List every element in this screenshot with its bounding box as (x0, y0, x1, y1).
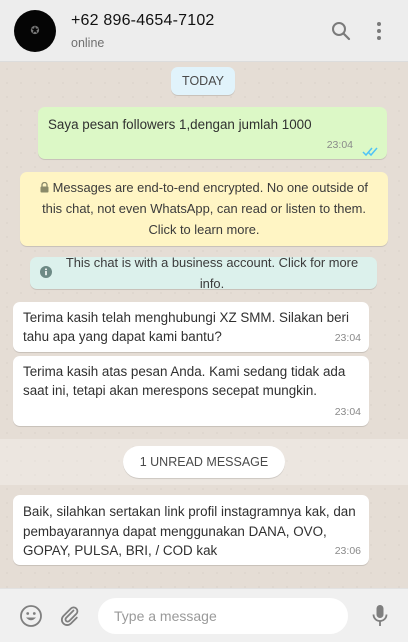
encryption-notice-text: Messages are end-to-end encrypted. No on… (42, 180, 368, 237)
outgoing-message[interactable]: Saya pesan followers 1,dengan jumlah 100… (38, 107, 387, 159)
attach-paperclip-icon[interactable] (58, 604, 82, 628)
emoji-icon[interactable] (19, 604, 43, 628)
chat-header: ✪ +62 896-4654-7102 online (0, 0, 408, 62)
contact-name[interactable]: +62 896-4654-7102 (71, 12, 215, 30)
message-text: Terima kasih atas pesan Anda. Kami sedan… (23, 364, 346, 398)
message-list[interactable]: TODAY Saya pesan followers 1,dengan juml… (0, 62, 408, 588)
date-divider: TODAY (171, 67, 235, 95)
lock-icon (40, 180, 53, 195)
microphone-icon[interactable] (368, 604, 392, 628)
incoming-message[interactable]: Baik, silahkan sertakan link profil inst… (13, 495, 369, 565)
message-text: Saya pesan followers 1,dengan jumlah 100… (48, 117, 312, 132)
message-composer (0, 588, 408, 642)
message-text: Terima kasih telah menghubungi XZ SMM. S… (23, 310, 349, 344)
business-account-notice[interactable]: This chat is with a business account. Cl… (30, 255, 377, 291)
avatar-logo-icon: ✪ (30, 24, 40, 37)
incoming-message[interactable]: Terima kasih telah menghubungi XZ SMM. S… (13, 302, 369, 352)
incoming-message[interactable]: Terima kasih atas pesan Anda. Kami sedan… (13, 356, 369, 426)
info-icon (40, 263, 52, 284)
unread-messages-badge: 1 UNREAD MESSAGE (123, 446, 285, 478)
contact-avatar[interactable]: ✪ (14, 10, 56, 52)
message-time: 23:04 (326, 139, 353, 151)
search-icon[interactable] (330, 20, 352, 42)
encryption-notice[interactable]: Messages are end-to-end encrypted. No on… (20, 172, 388, 246)
message-time: 23:04 (334, 406, 361, 418)
contact-status: online (71, 36, 105, 50)
whatsapp-chat-window: ✪ +62 896-4654-7102 online TODAY Saya pe… (0, 0, 408, 642)
business-notice-text: This chat is with a business account. Cl… (65, 255, 359, 291)
message-input[interactable] (98, 598, 348, 634)
more-vertical-icon[interactable] (368, 20, 390, 42)
message-time: 23:06 (334, 544, 361, 557)
read-receipt-icon (362, 143, 378, 157)
message-time: 23:04 (334, 332, 361, 344)
message-text: Baik, silahkan sertakan link profil inst… (23, 504, 356, 558)
